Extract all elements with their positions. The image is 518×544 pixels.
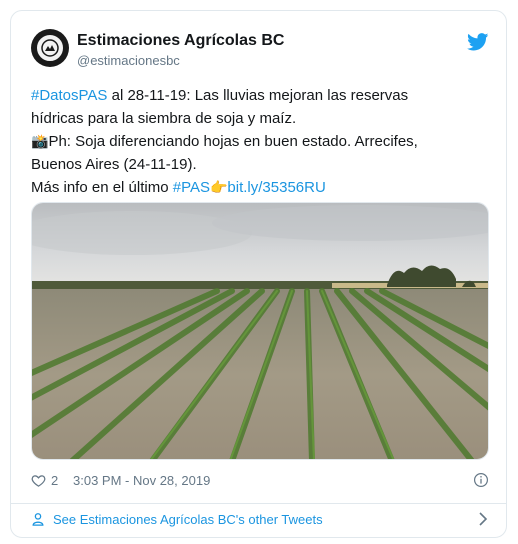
display-name[interactable]: Estimaciones Agrícolas BC — [77, 31, 284, 51]
avatar[interactable] — [31, 29, 69, 67]
tweet-text-segment: Más info en el último — [31, 179, 173, 196]
tweet-meta: 2 3:03 PM - Nov 28, 2019 — [31, 470, 489, 492]
camera-flash-icon: 📸 — [31, 133, 49, 149]
like-count[interactable]: 2 — [51, 473, 58, 488]
person-icon — [32, 513, 44, 526]
tweet-text-segment: Ph: Soja diferenciando hojas en buen est… — [48, 133, 418, 150]
tweet-line-2: hídricas para la siembra de soja y maíz. — [31, 109, 297, 127]
tweet-line-5: Más info en el último #PAS👉bit.ly/35356R… — [31, 176, 489, 200]
tweet-header: Estimaciones Agrícolas BC @estimacionesb… — [31, 29, 489, 79]
see-other-tweets-link[interactable]: See Estimaciones Agrícolas BC's other Tw… — [53, 512, 323, 527]
hashtag-pas[interactable]: #PAS — [173, 179, 210, 196]
twitter-bird-icon[interactable] — [467, 33, 489, 51]
seal-logo-icon — [35, 33, 65, 63]
info-icon[interactable] — [473, 472, 489, 488]
shortened-link[interactable]: bit.ly/35356RU — [227, 179, 325, 196]
tweet-text-segment: al 28-11-19: Las lluvias mejoran las res… — [107, 87, 409, 104]
user-names[interactable]: Estimaciones Agrícolas BC @estimacionesb… — [77, 31, 284, 70]
tweet-text: #DatosPAS al 28-11-19: Las lluvias mejor… — [31, 85, 489, 200]
tweet-line-4: Buenos Aires (24-11-19). — [31, 155, 197, 173]
soybean-field-photo — [32, 203, 488, 459]
tweet-photo[interactable] — [31, 202, 489, 460]
tweet-line-3: 📸Ph: Soja diferenciando hojas en buen es… — [31, 130, 489, 154]
user-handle[interactable]: @estimacionesbc — [77, 52, 284, 70]
other-tweets-row[interactable]: See Estimaciones Agrícolas BC's other Tw… — [31, 508, 489, 530]
timestamp[interactable]: 3:03 PM - Nov 28, 2019 — [73, 473, 210, 488]
embedded-tweet-card: Estimaciones Agrícolas BC @estimacionesb… — [10, 10, 507, 538]
pointing-hand-icon: 👉 — [209, 179, 228, 195]
tweet-line-1: #DatosPAS al 28-11-19: Las lluvias mejor… — [31, 85, 489, 108]
hashtag-datospas[interactable]: #DatosPAS — [31, 87, 107, 104]
heart-icon[interactable] — [31, 473, 46, 488]
divider — [11, 503, 506, 504]
chevron-right-icon[interactable] — [477, 512, 489, 526]
